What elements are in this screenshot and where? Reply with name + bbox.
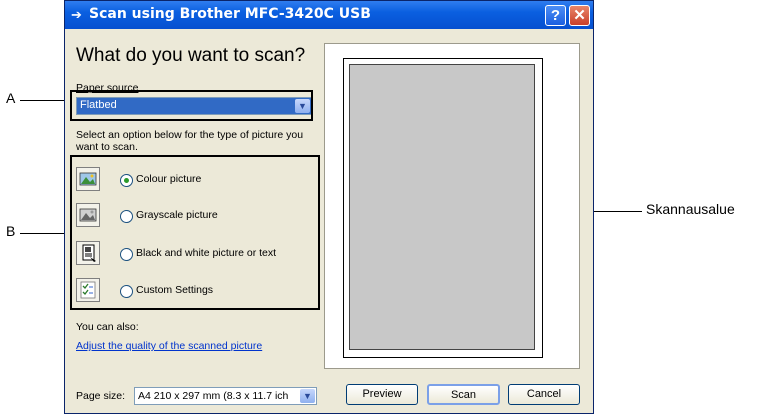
chevron-down-icon[interactable]: ▼ <box>300 389 315 403</box>
scanner-arrow-icon: ➔ <box>71 7 82 22</box>
close-button[interactable]: ✕ <box>569 5 590 26</box>
dialog-heading: What do you want to scan? <box>76 45 306 66</box>
callout-scan-area-label: Skannausalue <box>646 201 735 217</box>
callout-b-label: B <box>6 223 16 239</box>
page-outline <box>343 58 543 358</box>
page-size-label: Page size: <box>76 390 126 402</box>
scan-button[interactable]: Scan <box>427 384 500 405</box>
callout-b-box <box>70 155 320 310</box>
preview-button[interactable]: Preview <box>346 384 418 405</box>
page-size-value: A4 210 x 297 mm (8.3 x 11.7 ich <box>138 390 289 402</box>
callout-a-label: A <box>6 90 16 106</box>
title-bar: ➔ Scan using Brother MFC-3420C USB ? ✕ <box>65 1 593 29</box>
scan-type-instruction: Select an option below for the type of p… <box>76 129 304 153</box>
cancel-button[interactable]: Cancel <box>508 384 580 405</box>
adjust-quality-link[interactable]: Adjust the quality of the scanned pictur… <box>76 340 262 352</box>
window-title: Scan using Brother MFC-3420C USB <box>89 6 371 22</box>
scan-preview-area <box>324 43 580 369</box>
scan-area <box>349 64 535 350</box>
page-size-select[interactable]: A4 210 x 297 mm (8.3 x 11.7 ich ▼ <box>134 387 317 405</box>
also-label: You can also: <box>76 321 139 333</box>
help-button[interactable]: ? <box>545 5 566 26</box>
callout-a-box <box>70 90 313 121</box>
